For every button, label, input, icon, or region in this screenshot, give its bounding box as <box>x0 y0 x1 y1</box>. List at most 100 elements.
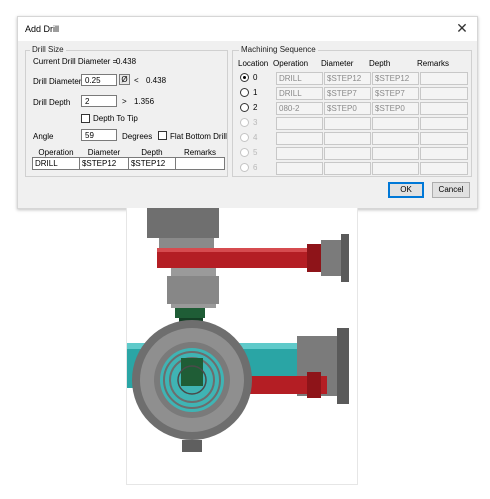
dialog-title: Add Drill <box>25 24 60 34</box>
location-radio <box>240 163 249 172</box>
op-cell-diameter[interactable]: $STEP12 <box>78 157 129 170</box>
seq-header-operation: Operation <box>273 59 309 68</box>
sequence-cell-remarks <box>420 117 468 130</box>
sequence-cell-depth <box>372 162 419 175</box>
depth-compare-sign: > <box>122 97 127 106</box>
location-radio[interactable] <box>240 88 249 97</box>
sequence-row: 0 DRILL $STEP12 $STEP12 <box>240 72 470 86</box>
drill-size-caption: Drill Size <box>30 45 66 54</box>
location-number: 5 <box>253 148 258 157</box>
angle-label: Angle <box>33 132 54 141</box>
location-radio <box>240 133 249 142</box>
sequence-cell-depth <box>372 147 419 160</box>
sequence-cell-dia <box>324 117 371 130</box>
sequence-cell-dia <box>324 147 371 160</box>
sequence-cell-dia <box>324 132 371 145</box>
drill-diameter-input[interactable]: 0.25 <box>81 74 117 86</box>
sequence-cell-remarks <box>420 102 468 115</box>
op-header-depth: Depth <box>141 147 163 157</box>
sequence-cell-depth <box>372 117 419 130</box>
sequence-row: 4 <box>240 132 470 146</box>
sequence-cell-op <box>276 132 323 145</box>
sequence-row: 3 <box>240 117 470 131</box>
sequence-cell-remarks <box>420 72 468 85</box>
operation-table: Operation Diameter Depth Remarks DRILL $… <box>32 147 226 170</box>
sequence-cell-dia: $STEP12 <box>324 72 371 85</box>
depth-reference: 1.356 <box>134 97 155 106</box>
op-cell-depth[interactable]: $STEP12 <box>127 157 176 170</box>
sequence-cell-depth <box>372 132 419 145</box>
operation-table-row: DRILL $STEP12 $STEP12 <box>32 157 226 170</box>
cad-viewport[interactable] <box>126 208 358 485</box>
diameter-picker-button[interactable]: Ø <box>119 74 130 85</box>
location-radio[interactable] <box>240 103 249 112</box>
diameter-reference: 0.438 <box>146 76 167 85</box>
location-number: 0 <box>253 73 258 82</box>
operation-table-header: Operation Diameter Depth Remarks <box>33 147 225 158</box>
location-number: 4 <box>253 133 258 142</box>
drill-shaft <box>181 358 203 386</box>
location-radio <box>240 148 249 157</box>
drill-depth-input[interactable]: 2 <box>81 95 117 107</box>
sequence-cell-depth: $STEP7 <box>372 87 419 100</box>
op-header-operation: Operation <box>38 147 74 157</box>
location-radio[interactable] <box>240 73 249 82</box>
location-radio <box>240 118 249 127</box>
title-bar: Add Drill ✕ <box>18 17 477 41</box>
neck-nut <box>167 276 219 304</box>
degrees-label: Degrees <box>122 132 153 141</box>
ok-button[interactable]: OK <box>388 182 424 198</box>
sequence-cell-op: DRILL <box>276 87 323 100</box>
upper-right-fitting <box>321 240 341 276</box>
sequence-cell-dia <box>324 162 371 175</box>
sequence-cell-op <box>276 147 323 160</box>
close-icon[interactable]: ✕ <box>453 19 471 37</box>
location-number: 1 <box>253 88 258 97</box>
sequence-row: 6 <box>240 162 470 176</box>
op-header-diameter: Diameter <box>87 147 121 157</box>
upper-right-flange <box>341 234 349 282</box>
location-number: 6 <box>253 163 258 172</box>
seq-header-depth: Depth <box>369 59 391 68</box>
sequence-cell-op: 080-2 <box>276 102 323 115</box>
add-drill-dialog: Add Drill ✕ Drill Size Current Drill Dia… <box>17 16 478 209</box>
current-diameter-label: Current Drill Diameter = <box>33 57 118 66</box>
angle-input[interactable]: 59 <box>81 129 117 141</box>
green-drill-tip <box>175 308 205 318</box>
op-cell-operation[interactable]: DRILL <box>32 157 80 170</box>
sequence-cell-op: DRILL <box>276 72 323 85</box>
op-header-remarks: Remarks <box>183 147 216 157</box>
op-cell-remarks[interactable] <box>174 157 226 170</box>
seq-header-remarks: Remarks <box>417 59 450 68</box>
depth-to-tip-label: Depth To Tip <box>93 114 138 123</box>
current-diameter-value: 0.438 <box>116 57 137 66</box>
drill-diameter-label: Drill Diameter <box>33 77 82 86</box>
lower-right-flange <box>337 328 349 404</box>
drill-depth-label: Drill Depth <box>33 98 71 107</box>
seq-header-diameter: Diameter <box>321 59 354 68</box>
location-number: 3 <box>253 118 258 127</box>
depth-to-tip-checkbox[interactable] <box>81 114 90 123</box>
machining-sequence-caption: Machining Sequence <box>239 45 318 54</box>
sequence-cell-depth: $STEP12 <box>372 72 419 85</box>
sequence-cell-depth: $STEP0 <box>372 102 419 115</box>
seq-header-location: Location <box>238 59 269 68</box>
sequence-cell-remarks <box>420 147 468 160</box>
flat-bottom-label: Flat Bottom Drill <box>170 132 227 141</box>
diameter-compare-sign: < <box>134 76 139 85</box>
sequence-row: 5 <box>240 147 470 161</box>
sequence-cell-remarks <box>420 87 468 100</box>
sequence-cell-remarks <box>420 162 468 175</box>
drill-part-rendering <box>127 208 349 452</box>
sequence-row: 1 DRILL $STEP7 $STEP7 <box>240 87 470 101</box>
sequence-cell-dia: $STEP7 <box>324 87 371 100</box>
cancel-button[interactable]: Cancel <box>432 182 470 198</box>
location-number: 2 <box>253 103 258 112</box>
flat-bottom-checkbox[interactable] <box>158 131 167 140</box>
sequence-cell-remarks <box>420 132 468 145</box>
upper-housing <box>147 208 219 238</box>
upper-red-pipe-highlight <box>157 248 312 252</box>
lower-stub <box>182 440 202 452</box>
lower-red-pipe-end <box>307 372 321 398</box>
sequence-cell-op <box>276 162 323 175</box>
